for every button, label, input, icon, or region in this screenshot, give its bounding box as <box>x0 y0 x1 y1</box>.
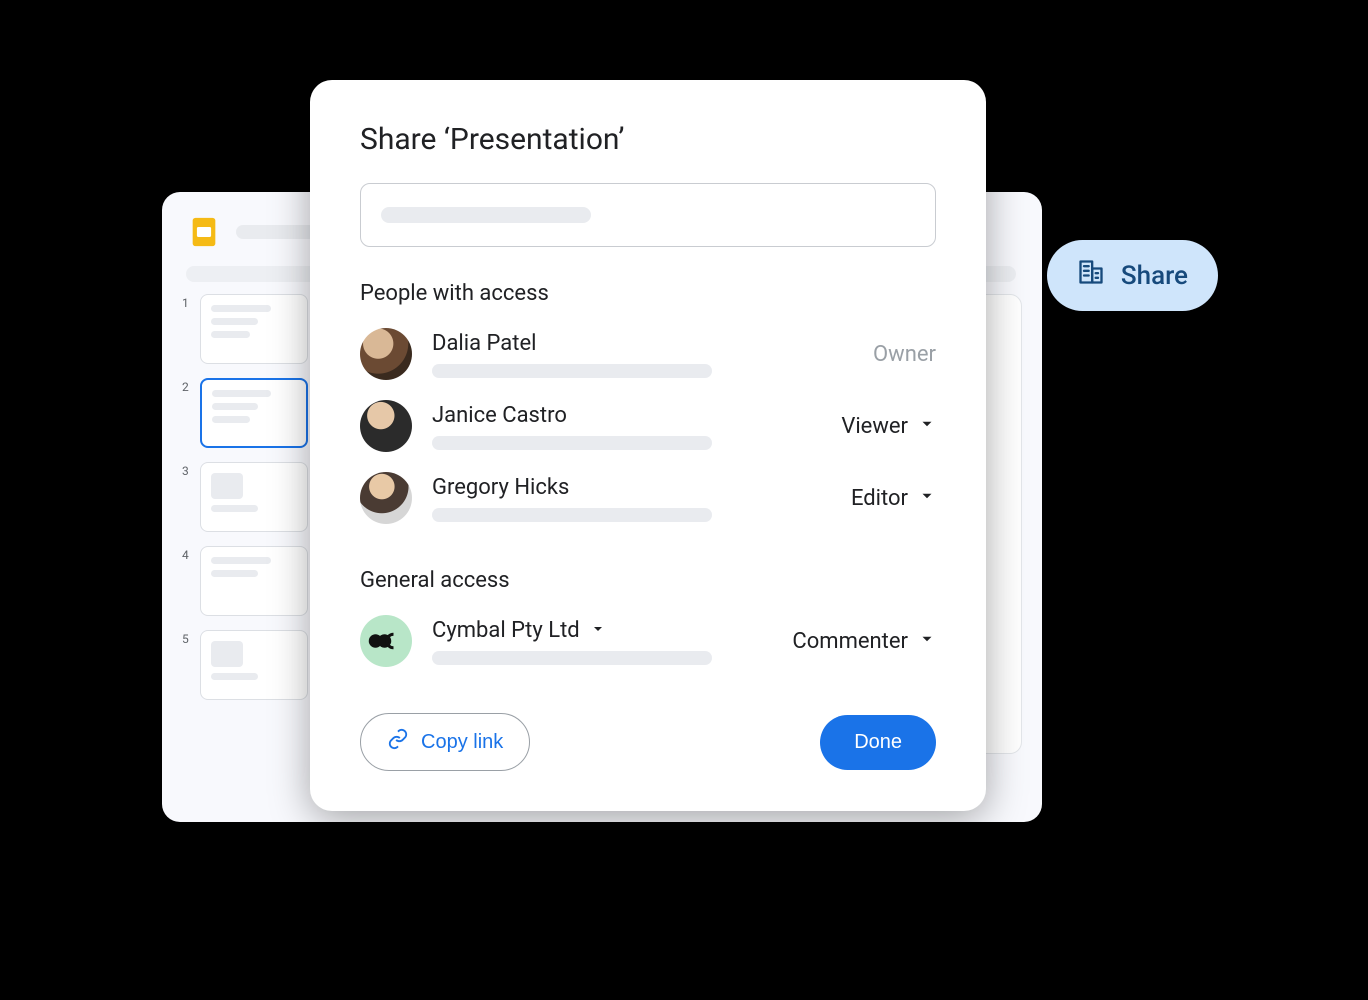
slide-thumbnail[interactable]: 1 <box>182 294 312 364</box>
copy-link-button[interactable]: Copy link <box>360 713 530 771</box>
scope-value: Cymbal Pty Ltd <box>432 618 580 643</box>
email-placeholder <box>432 508 712 522</box>
role-label-owner: Owner <box>873 342 936 367</box>
slide-thumbnail[interactable]: 4 <box>182 546 312 616</box>
slide-number: 5 <box>182 630 192 646</box>
email-placeholder <box>432 436 712 450</box>
link-icon <box>387 728 409 756</box>
access-row: Janice Castro Viewer <box>360 390 936 462</box>
person-name: Gregory Hicks <box>432 475 831 500</box>
avatar <box>360 328 412 380</box>
share-callout-label: Share <box>1121 261 1188 291</box>
org-icon <box>360 615 412 667</box>
access-row: Gregory Hicks Editor <box>360 462 936 534</box>
general-access-row: Cymbal Pty Ltd Commenter <box>360 605 936 677</box>
person-name: Dalia Patel <box>432 331 853 356</box>
chevron-down-icon <box>918 486 936 511</box>
people-with-access-label: People with access <box>360 281 936 306</box>
general-access-scope-dropdown[interactable]: Cymbal Pty Ltd <box>432 618 772 643</box>
avatar <box>360 472 412 524</box>
share-dialog: Share ‘Presentation’ People with access … <box>310 80 986 811</box>
slide-number: 4 <box>182 546 192 562</box>
slides-logo-icon <box>186 214 222 250</box>
email-placeholder <box>432 364 712 378</box>
chevron-down-icon <box>918 629 936 654</box>
role-value: Commenter <box>792 629 908 654</box>
slide-number: 2 <box>182 378 192 394</box>
role-value: Viewer <box>841 414 908 439</box>
slide-thumbnail[interactable]: 5 <box>182 630 312 700</box>
share-callout[interactable]: Share <box>1047 240 1218 311</box>
add-people-input[interactable] <box>360 183 936 247</box>
slide-number: 1 <box>182 294 192 310</box>
chevron-down-icon <box>918 414 936 439</box>
slide-thumbnail-panel: 1 2 3 4 5 <box>182 294 312 754</box>
scope-description-placeholder <box>432 651 712 665</box>
slide-number: 3 <box>182 462 192 478</box>
done-button[interactable]: Done <box>820 715 936 770</box>
access-row: Dalia Patel Owner <box>360 318 936 390</box>
chevron-down-icon <box>590 618 606 643</box>
role-dropdown[interactable]: Editor <box>851 486 936 511</box>
general-access-label: General access <box>360 568 936 593</box>
person-name: Janice Castro <box>432 403 821 428</box>
slide-thumbnail[interactable]: 2 <box>182 378 312 448</box>
building-icon <box>1077 258 1105 293</box>
copy-link-label: Copy link <box>421 731 503 754</box>
doc-title-placeholder <box>236 225 316 239</box>
role-dropdown[interactable]: Viewer <box>841 414 936 439</box>
avatar <box>360 400 412 452</box>
input-placeholder <box>381 207 591 223</box>
slide-thumbnail[interactable]: 3 <box>182 462 312 532</box>
dialog-title: Share ‘Presentation’ <box>360 122 936 157</box>
role-dropdown[interactable]: Commenter <box>792 629 936 654</box>
role-value: Editor <box>851 486 908 511</box>
